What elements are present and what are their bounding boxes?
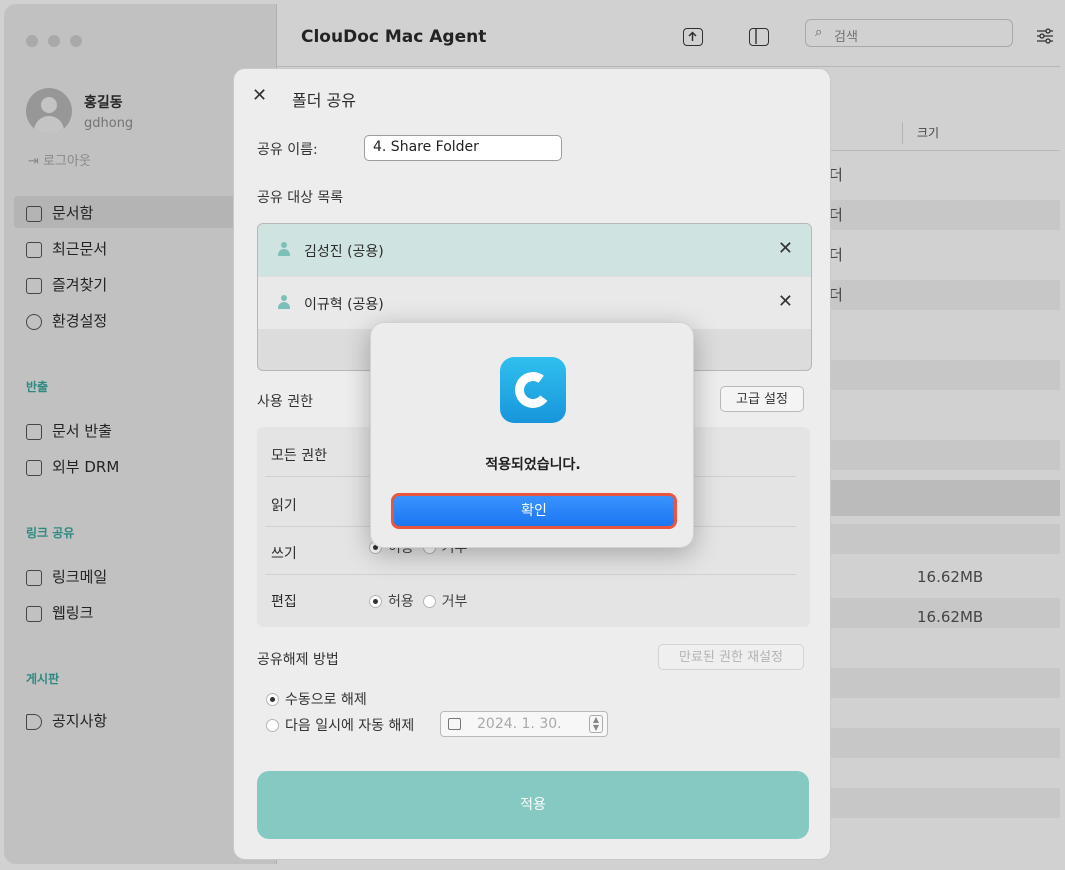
date-stepper[interactable]: ▲ ▼	[589, 715, 603, 733]
auto-release-option[interactable]: 다음 일시에 자동 해제	[266, 715, 414, 735]
confirmation-alert: 적용되었습니다. 확인	[370, 322, 694, 548]
person-icon	[278, 295, 290, 309]
share-name-input[interactable]: 4. Share Folder	[364, 135, 562, 161]
manual-release-option[interactable]: 수동으로 해제	[266, 689, 367, 709]
target-list-label: 공유 대상 목록	[257, 190, 344, 206]
remove-target-icon[interactable]: ✕	[778, 291, 793, 312]
permission-row: 편집 허용 거부	[257, 577, 810, 623]
person-icon	[278, 242, 290, 256]
dialog-title: 폴더 공유	[292, 91, 356, 110]
alert-message: 적용되었습니다.	[485, 457, 581, 473]
release-date-picker[interactable]: 2024. 1. 30. ▲ ▼	[440, 711, 608, 737]
advanced-settings-button[interactable]: 고급 설정	[720, 386, 804, 412]
auto-release-radio[interactable]	[266, 719, 279, 732]
manual-release-radio[interactable]	[266, 693, 279, 706]
cloudoc-logo-icon	[500, 357, 566, 423]
reset-expired-permission-button[interactable]: 만료된 권한 재설정	[658, 644, 804, 670]
edit-permission-options: 허용 거부	[369, 591, 467, 611]
ok-button[interactable]: 확인	[391, 493, 677, 529]
apply-button[interactable]: 적용	[257, 771, 809, 839]
list-item[interactable]: 김성진 (공용) ✕	[258, 224, 811, 276]
close-icon[interactable]: ✕	[252, 85, 267, 106]
permission-label: 사용 권한	[257, 394, 313, 410]
share-name-label: 공유 이름:	[257, 142, 318, 158]
remove-target-icon[interactable]: ✕	[778, 238, 793, 259]
release-method-label: 공유해제 방법	[257, 652, 339, 668]
deny-radio[interactable]	[422, 595, 436, 608]
allow-radio[interactable]	[369, 595, 382, 608]
calendar-icon	[448, 718, 461, 730]
